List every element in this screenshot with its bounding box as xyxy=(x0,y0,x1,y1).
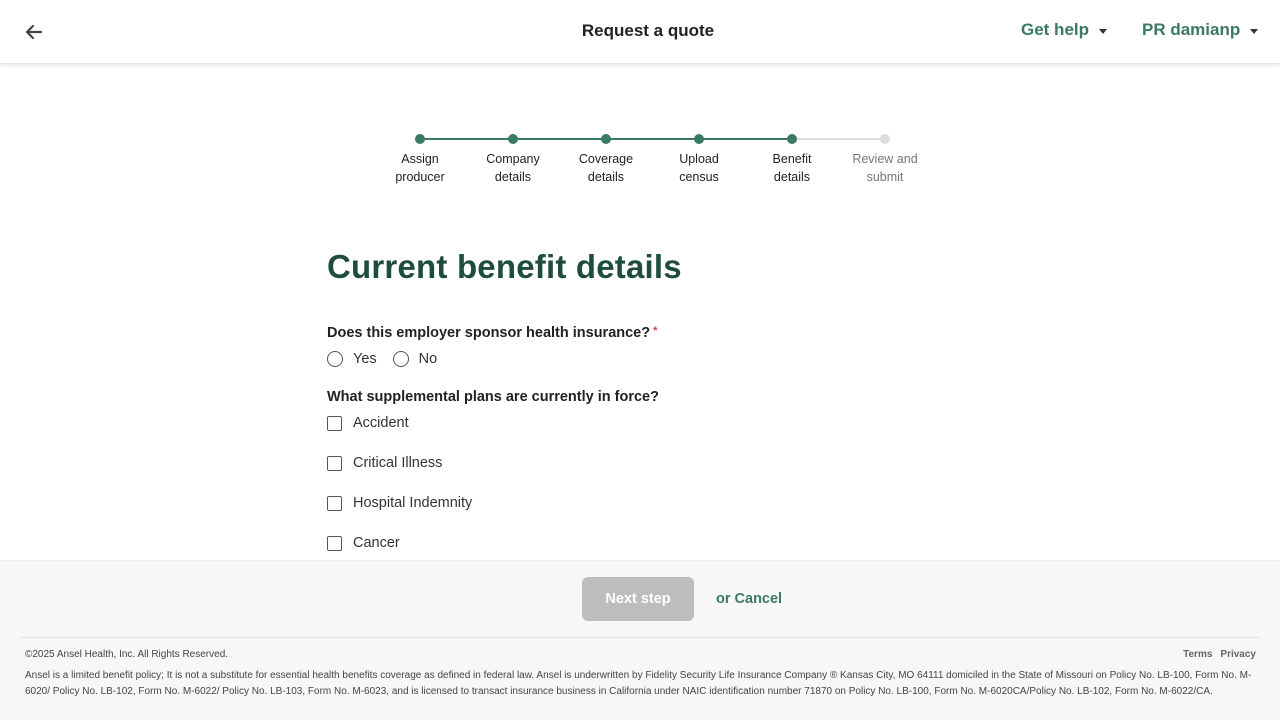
health-insurance-radio-group: Yes No xyxy=(327,351,453,367)
question-health-insurance: Does this employer sponsor health insura… xyxy=(327,325,657,341)
get-help-label: Get help xyxy=(1021,20,1090,39)
checkbox-label: Hospital Indemnity xyxy=(353,495,473,511)
step-benefit-details: Benefit details xyxy=(752,128,832,186)
radio-label: No xyxy=(418,351,438,367)
checkbox-accident[interactable]: Accident xyxy=(327,415,409,431)
step-dot xyxy=(694,134,704,144)
checkbox-label: Cancer xyxy=(353,535,400,551)
privacy-link[interactable]: Privacy xyxy=(1220,649,1256,660)
checkbox-critical-illness[interactable]: Critical Illness xyxy=(327,455,442,471)
question-label: Does this employer sponsor health insura… xyxy=(327,325,651,341)
step-dot xyxy=(508,134,518,144)
required-asterisk: * xyxy=(653,325,658,337)
step-dot xyxy=(880,134,890,144)
next-step-button[interactable]: Next step xyxy=(582,577,694,621)
checkbox-box[interactable] xyxy=(327,415,342,431)
terms-link[interactable]: Terms xyxy=(1183,649,1212,660)
caret-down-icon xyxy=(1250,28,1259,34)
checkbox-box[interactable] xyxy=(327,535,342,551)
radio-no[interactable]: No xyxy=(392,351,438,367)
back-arrow-icon[interactable] xyxy=(22,20,46,44)
legal-disclaimer: Ansel is a limited benefit policy; It is… xyxy=(25,670,1252,697)
step-dot xyxy=(415,134,425,144)
step-review-submit: Review and submit xyxy=(845,128,925,186)
checkbox-cancer[interactable]: Cancer xyxy=(327,535,400,551)
step-coverage-details: Coverage details xyxy=(566,128,646,186)
checkbox-box[interactable] xyxy=(327,495,342,511)
get-help-menu[interactable]: Get help xyxy=(1021,20,1108,40)
checkbox-label: Critical Illness xyxy=(353,455,443,471)
footer-links: Terms Privacy xyxy=(1175,649,1256,660)
checkbox-label: Accident xyxy=(353,415,409,431)
progress-stepper: Assign producer Company details Coverage de… xyxy=(380,128,940,198)
radio-yes[interactable]: Yes xyxy=(327,351,377,367)
step-label: Upload census xyxy=(679,152,719,184)
page-title: Request a quote xyxy=(581,21,715,40)
step-label: Assign producer xyxy=(395,152,445,184)
checkbox-box[interactable] xyxy=(327,455,342,471)
step-label: Company details xyxy=(486,152,540,184)
step-label: Coverage details xyxy=(578,152,634,184)
radio-label: Yes xyxy=(353,351,377,367)
checkbox-hospital-indemnity[interactable]: Hospital Indemnity xyxy=(327,495,472,511)
footer-divider xyxy=(20,637,1260,638)
benefit-details-form: Current benefit details Does this employ… xyxy=(327,248,967,551)
step-company-details: Company details xyxy=(473,128,553,186)
form-title: Current benefit details xyxy=(327,248,682,285)
cancel-link[interactable]: or Cancel xyxy=(716,591,782,607)
user-menu-label: PR damianp xyxy=(1142,20,1241,39)
step-label: Review and submit xyxy=(852,152,918,184)
copyright-text: ©2025 Ansel Health, Inc. All Rights Rese… xyxy=(25,649,229,660)
step-upload-census: Upload census xyxy=(659,128,739,186)
footer: Next step or Cancel ©2025 Ansel Health, … xyxy=(0,560,1280,720)
top-bar: Request a quote Get help PR damianp xyxy=(0,0,1280,64)
caret-down-icon xyxy=(1099,28,1108,34)
radio-circle[interactable] xyxy=(392,351,409,367)
step-dot xyxy=(601,134,611,144)
question-supplemental-plans: What supplemental plans are currently in… xyxy=(327,389,659,405)
radio-circle[interactable] xyxy=(327,351,343,367)
step-dot-current xyxy=(787,134,797,144)
user-menu[interactable]: PR damianp xyxy=(1142,20,1259,40)
step-label: Benefit details xyxy=(772,152,812,184)
step-assign-producer: Assign producer xyxy=(380,128,460,186)
